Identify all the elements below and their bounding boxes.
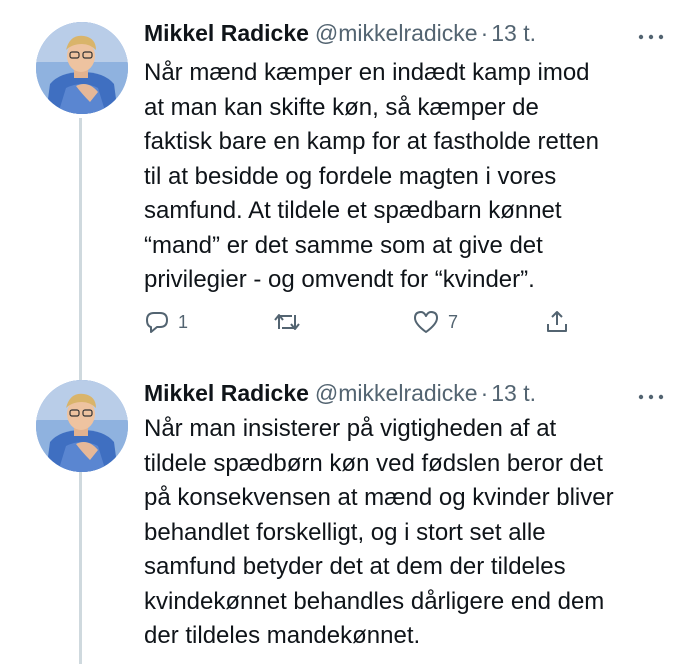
tweet-actions: 1 7 [144, 302, 594, 342]
like-icon [414, 311, 438, 333]
tweet-text-line: behandlet forskelligt, og i stort set al… [144, 518, 546, 546]
display-name[interactable]: Mikkel Radicke [144, 380, 309, 406]
timestamp[interactable]: 13 t. [491, 20, 536, 46]
like-button[interactable]: 7 [412, 302, 458, 342]
timestamp[interactable]: 13 t. [491, 380, 536, 406]
user-handle[interactable]: @mikkelradicke [315, 20, 478, 46]
more-icon[interactable] [636, 29, 666, 40]
tweet-text-line: Når mænd kæmper en indædt kamp imod [144, 59, 590, 86]
display-name[interactable]: Mikkel Radicke [144, 20, 309, 46]
tweet-text: Når man insisterer på vigtigheden af at … [144, 412, 689, 654]
reply-icon [146, 312, 168, 333]
tweet-text-line: Når man insisterer på vigtigheden af at [144, 415, 557, 442]
header-separator: · [480, 380, 489, 406]
retweet-button[interactable] [272, 302, 310, 342]
share-button[interactable] [544, 302, 570, 342]
tweet-header: Mikkel Radicke @mikkelradicke · 13 t. [144, 378, 536, 408]
avatar-image [36, 22, 128, 114]
tweet-text-line: at man kan skifte køn, så kæmper de [144, 93, 539, 121]
tweet-text-line: samfund betyder det at dem der tildeles [144, 553, 566, 580]
tweet-text-line: faktisk bare en kamp for at fastholde re… [144, 128, 599, 155]
reply-count: 1 [178, 311, 189, 332]
share-icon [547, 311, 567, 332]
tweet-text-line: til at besidde og fordele magten i vores [144, 162, 557, 190]
tweet-text: Når mænd kæmper en indædt kamp imod at m… [144, 56, 689, 298]
tweet-text-line: samfund. At tildele et spædbarn kønnet [144, 197, 562, 224]
like-count: 7 [448, 311, 459, 332]
tweet-text-line: “mand” er det samme som at give det [144, 231, 543, 259]
tweet-header: Mikkel Radicke @mikkelradicke · 13 t. [144, 18, 536, 48]
header-separator: · [480, 20, 489, 46]
user-handle[interactable]: @mikkelradicke [315, 380, 478, 406]
tweet-text-line: på konsekvensen at mænd og kvinder blive… [144, 484, 614, 511]
avatar-image [36, 380, 128, 472]
reply-button[interactable]: 1 [144, 302, 188, 342]
avatar[interactable] [36, 22, 128, 114]
more-icon[interactable] [636, 389, 666, 400]
tweet-text-line: tildele spædbørn køn ved fødslen beror d… [144, 449, 603, 477]
retweet-icon [274, 314, 300, 330]
tweet-text-line: privilegier - og omvendt for “kvinder”. [144, 266, 535, 293]
tweet-text-line: der tildeles mandekønnet. [144, 622, 421, 649]
tweet-text-line: kvindekønnet behandles dårligere end dem [144, 587, 605, 615]
avatar[interactable] [36, 380, 128, 472]
